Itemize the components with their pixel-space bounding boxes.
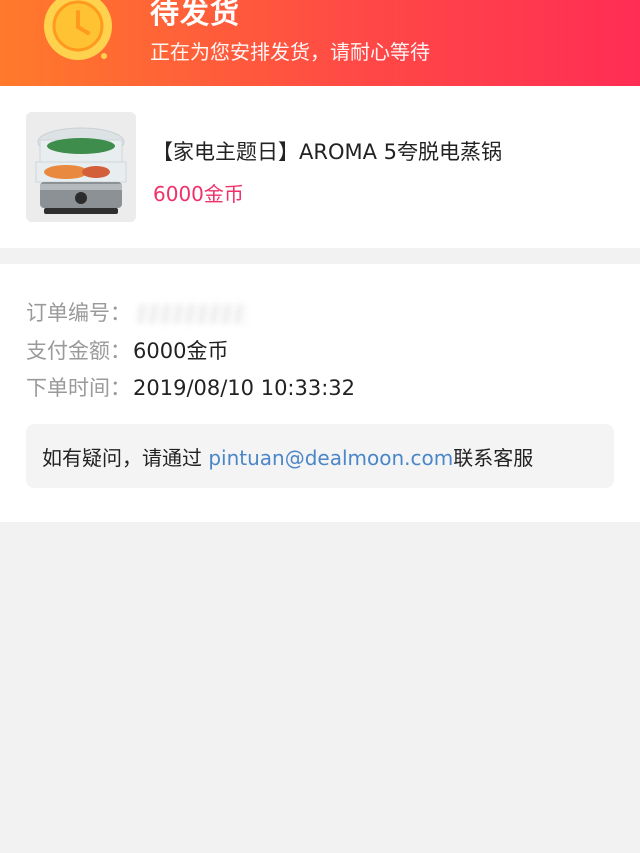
order-number-redacted	[137, 304, 247, 324]
order-time-value: 2019/08/10 10:33:32	[133, 376, 356, 400]
clock-icon	[44, 0, 112, 60]
payment-amount-label: 支付金额：	[26, 339, 131, 363]
status-header: 待发货 正在为您安排发货，请耐心等待	[0, 0, 640, 86]
help-suffix: 联系客服	[453, 446, 534, 470]
help-prefix: 如有疑问，请通过	[42, 446, 209, 470]
customer-service-text: 如有疑问，请通过 pintuan@dealmoon.com联系客服	[42, 442, 533, 471]
order-info-card: 订单编号： 支付金额：6000金币 下单时间：2019/08/10 10:33:…	[0, 264, 640, 522]
product-title[interactable]: 【家电主题日】AROMA 5夸脱电蒸锅	[152, 136, 502, 166]
status-title: 待发货	[150, 0, 241, 30]
product-image[interactable]	[26, 112, 136, 222]
support-email-link[interactable]: pintuan@dealmoon.com	[208, 446, 453, 470]
order-time-label: 下单时间：	[26, 376, 131, 400]
customer-service-box: 如有疑问，请通过 pintuan@dealmoon.com联系客服	[26, 424, 614, 488]
product-price: 6000金币	[153, 182, 244, 206]
order-time-row: 下单时间：2019/08/10 10:33:32	[26, 372, 355, 402]
product-card[interactable]: 【家电主题日】AROMA 5夸脱电蒸锅 6000金币	[0, 86, 640, 248]
food-steamer-image	[26, 112, 136, 222]
status-subtitle: 正在为您安排发货，请耐心等待	[150, 40, 430, 64]
payment-amount-value: 6000金币	[133, 339, 229, 363]
payment-amount-row: 支付金额：6000金币	[26, 335, 228, 365]
order-number-row: 订单编号：	[26, 297, 247, 327]
order-number-label: 订单编号：	[26, 301, 131, 325]
